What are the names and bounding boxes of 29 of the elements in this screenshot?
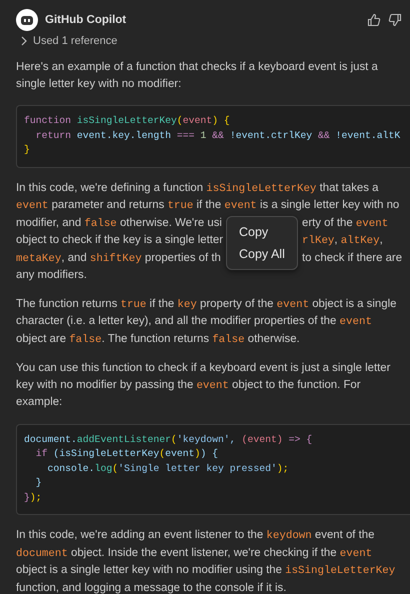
thumbs-up-icon[interactable] xyxy=(367,13,381,27)
thumbs-down-icon[interactable] xyxy=(388,13,402,27)
author-name: GitHub Copilot xyxy=(45,14,126,26)
code-line: } xyxy=(24,143,31,157)
paragraph: In this code, we're adding an event listener to the keydown event of the document object. Inside the event listener, we're checking if the event object is a single letter key with no modifier using the isSingleLetterKey function, and logging a message to the console if it is. xyxy=(16,528,396,594)
text-line: erty of the event xyxy=(302,216,388,232)
text-line: rlKey, altKey, xyxy=(302,233,383,249)
menu-item[interactable]: Copy xyxy=(227,220,297,242)
code-line: } xyxy=(34,476,43,490)
copilot-avatar-icon xyxy=(16,9,38,31)
text-line: metaKey, and shiftKey properties of th xyxy=(16,252,221,264)
menu-item[interactable]: Copy All xyxy=(227,242,297,264)
code-line: if (isSingleLetterKey(event)) { xyxy=(34,447,220,461)
text-line: modifier, and false otherwise. We're usi xyxy=(16,216,222,228)
text-line: event parameter and returns true if the event is a single letter key with no xyxy=(16,199,400,211)
code-line: }); xyxy=(24,490,43,504)
text-line: to check if there are xyxy=(302,250,402,266)
paragraph: Here's an example of a function that checks if a keyboard event is just a single letter key with no modifier: xyxy=(16,60,379,92)
text-line: In this code, we're defining a function isSingleLetterKey that takes a xyxy=(16,182,378,194)
code-line: document.addEventListener('keydown', (event) => { xyxy=(24,432,314,446)
references-toggle[interactable]: Used 1 reference xyxy=(20,35,118,47)
code-line: console.log('Single letter key pressed'); xyxy=(46,462,290,476)
code-line: function isSingleLetterKey(event) { xyxy=(24,114,231,128)
text-line: object to check if the key is a single letter xyxy=(16,234,224,246)
paragraph: The function returns true if the key property of the event object is a single character (i.e. a letter key), and all the modifier properties of the event object are false. The function returns false otherwise. xyxy=(16,296,398,348)
text-line: any modifiers. xyxy=(16,269,87,281)
paragraph: You can use this function to check if a keyboard event is just a single letter key with no modifier by passing the event object to the function. For example: xyxy=(16,361,392,410)
code-line: return event.key.length === 1 && !event.ctrlKey && !event.altK xyxy=(34,128,402,142)
chevron-icon xyxy=(20,36,28,46)
